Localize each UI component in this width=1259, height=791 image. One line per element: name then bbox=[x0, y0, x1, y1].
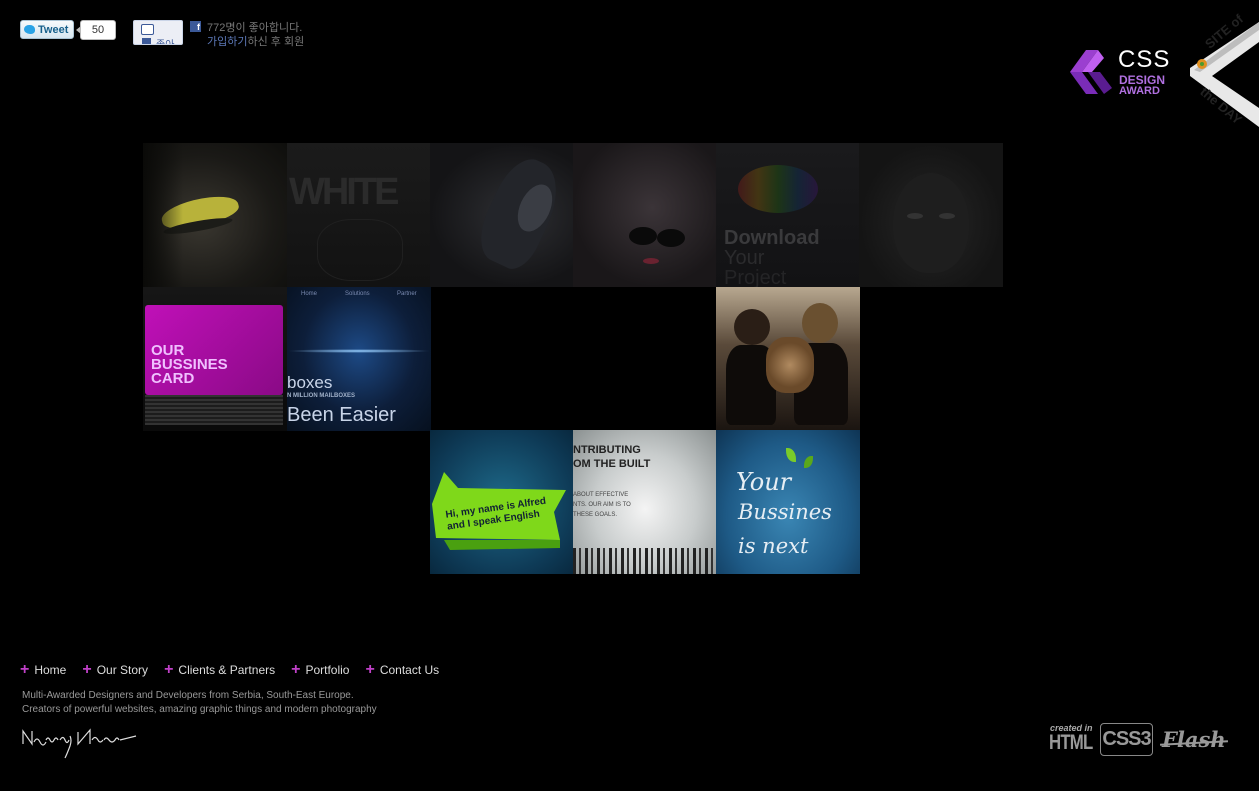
tweet-count: 50 bbox=[76, 20, 116, 40]
plus-icon: + bbox=[291, 661, 301, 678]
tagline-line2: Creators of powerful websites, amazing g… bbox=[22, 704, 377, 715]
fb-signup-text: 가입하기하신 후 회원 bbox=[207, 33, 304, 49]
plus-icon: + bbox=[365, 661, 375, 678]
tile-mail-text3: Been Easier bbox=[287, 404, 396, 426]
tile-yellow-lips[interactable] bbox=[143, 143, 287, 287]
facebook-icon: f bbox=[190, 21, 201, 32]
twitter-bird-icon bbox=[24, 25, 35, 34]
tile-white-text: WHITE bbox=[289, 171, 399, 213]
tile-sunglasses[interactable] bbox=[573, 143, 717, 287]
nav-home[interactable]: + Home bbox=[20, 661, 67, 678]
nav-our-story[interactable]: + Our Story bbox=[82, 661, 149, 678]
tile-white[interactable]: WHITE bbox=[287, 143, 431, 287]
tile-card-text3: CARD bbox=[151, 370, 195, 387]
tile-mailboxes[interactable]: Home Solutions Partner boxes N MILLION M… bbox=[287, 287, 431, 431]
css-award-award: AWARD bbox=[1119, 85, 1160, 97]
fb-signup-link[interactable]: 가입하기 bbox=[207, 36, 247, 48]
tile-alfred[interactable]: Hi, my name is Alfred and I speak Englis… bbox=[430, 430, 574, 574]
nav-contact-us[interactable]: + Contact Us bbox=[365, 661, 440, 678]
tile-mail-text1: boxes bbox=[287, 373, 333, 392]
tile-download-text3: Project bbox=[724, 267, 787, 287]
css-award-css: CSS bbox=[1118, 46, 1171, 73]
tile-mail-text2: N MILLION MAILBOXES bbox=[287, 393, 355, 399]
portfolio-grid: WHITE Download Your Project OUR BUSSINES… bbox=[143, 143, 1003, 574]
tile-business-text3: is next bbox=[738, 534, 809, 558]
fb-like-label: 좋아요 bbox=[156, 36, 182, 44]
tile-contrib-text4: NTS. OUR AIM IS TO bbox=[573, 502, 631, 508]
nav-home-label: Home bbox=[34, 663, 67, 677]
tile-two-women[interactable] bbox=[716, 287, 860, 431]
signature-logo bbox=[22, 728, 137, 759]
tile-business-card[interactable]: OUR BUSSINES CARD bbox=[143, 287, 287, 431]
tile-mail-nav2: Solutions bbox=[345, 291, 370, 297]
tile-your-business[interactable]: Your Bussines is next bbox=[716, 430, 860, 574]
plus-icon: + bbox=[20, 661, 30, 678]
css-award-logo-icon bbox=[1070, 50, 1112, 94]
facebook-like-button[interactable]: 좋아요 bbox=[133, 20, 183, 45]
tile-business-text1: Your bbox=[736, 468, 792, 496]
nav-clients-partners[interactable]: + Clients & Partners bbox=[164, 661, 276, 678]
tagline-line1: Multi-Awarded Designers and Developers f… bbox=[22, 690, 354, 701]
footer-nav: + Home + Our Story + Clients & Partners + Po… bbox=[20, 661, 440, 678]
tile-contrib-text2: OM THE BUILT bbox=[573, 458, 651, 470]
flash-badge: Flash bbox=[1162, 727, 1226, 752]
tweet-label: Tweet bbox=[38, 23, 69, 36]
tile-contrib-text1: NTRIBUTING bbox=[573, 444, 641, 456]
nav-portfolio[interactable]: + Portfolio bbox=[291, 661, 350, 678]
tile-dark-face[interactable] bbox=[859, 143, 1003, 287]
nav-our-story-label: Our Story bbox=[96, 663, 149, 677]
plus-icon: + bbox=[82, 661, 92, 678]
tile-download[interactable]: Download Your Project bbox=[716, 143, 860, 287]
tile-mail-nav3: Partner bbox=[397, 291, 417, 297]
tile-dark-figure[interactable] bbox=[430, 143, 574, 287]
facebook-mini-icon bbox=[142, 38, 151, 44]
tile-mail-nav1: Home bbox=[301, 291, 318, 297]
tile-business-text2: Bussines bbox=[738, 500, 832, 524]
html-badge: HTML bbox=[1049, 731, 1093, 754]
fb-signup-rest: 하신 후 회원 bbox=[247, 36, 305, 48]
tile-contributing[interactable]: NTRIBUTING OM THE BUILT ABOUT EFFECTIVE … bbox=[573, 430, 717, 574]
tile-contrib-text5: THESE GOALS. bbox=[573, 512, 618, 518]
nav-clients-label: Clients & Partners bbox=[178, 663, 276, 677]
css3-badge: CSS3 bbox=[1100, 723, 1153, 756]
tweet-button[interactable]: Tweet bbox=[20, 20, 74, 39]
nav-portfolio-label: Portfolio bbox=[305, 663, 350, 677]
css-design-award-badge[interactable]: CSS DESIGN AWARD bbox=[1068, 46, 1178, 98]
plus-icon: + bbox=[164, 661, 174, 678]
nav-contact-label: Contact Us bbox=[379, 663, 440, 677]
thumbs-up-icon bbox=[141, 24, 154, 35]
tile-contrib-text3: ABOUT EFFECTIVE bbox=[573, 492, 629, 498]
